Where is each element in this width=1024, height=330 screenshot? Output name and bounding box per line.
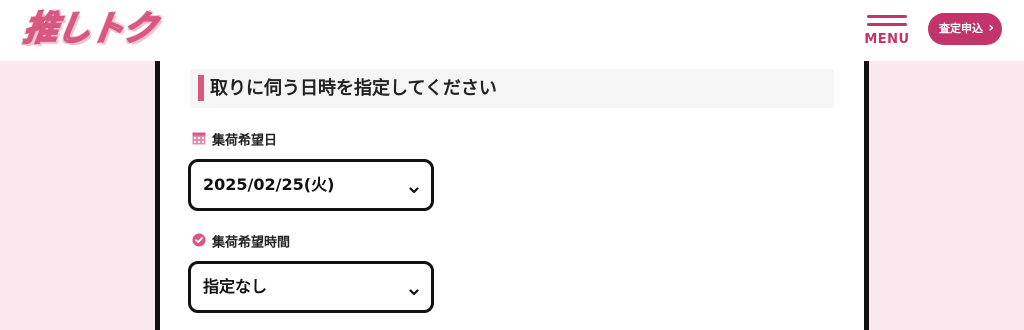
calendar-icon [192, 131, 206, 151]
site-header: 推しトク MENU 査定申込 › [0, 0, 1024, 61]
chevron-down-icon [409, 180, 419, 199]
pickup-date-label: 集荷希望日 [212, 133, 278, 149]
section-title: 取りに伺う日時を指定してください [210, 78, 497, 99]
chevron-down-icon [409, 282, 419, 301]
pickup-time-select[interactable]: 指定なし [188, 261, 434, 313]
menu-button[interactable]: MENU [864, 13, 910, 49]
apply-label: 査定申込 [939, 22, 983, 35]
menu-label: MENU [864, 32, 910, 47]
clock-icon [192, 233, 206, 253]
logo-text: 推しトク [20, 8, 160, 50]
hamburger-icon-line [867, 23, 907, 26]
pickup-time-label-row: 集荷希望時間 [192, 233, 290, 253]
hamburger-icon [867, 15, 907, 18]
site-logo[interactable]: 推しトク [20, 4, 160, 54]
pickup-date-label-row: 集荷希望日 [192, 131, 277, 151]
pickup-time-label: 集荷希望時間 [212, 235, 291, 251]
pickup-time-value: 指定なし [203, 277, 268, 296]
pickup-date-select[interactable]: 2025/02/25(火) [188, 159, 434, 211]
section-header: 取りに伺う日時を指定してください [190, 69, 834, 108]
apply-button[interactable]: 査定申込 › [928, 13, 1002, 45]
section-accent-bar [198, 75, 204, 101]
pickup-date-value: 2025/02/25(火) [203, 175, 335, 194]
chevron-right-icon: › [988, 20, 994, 36]
